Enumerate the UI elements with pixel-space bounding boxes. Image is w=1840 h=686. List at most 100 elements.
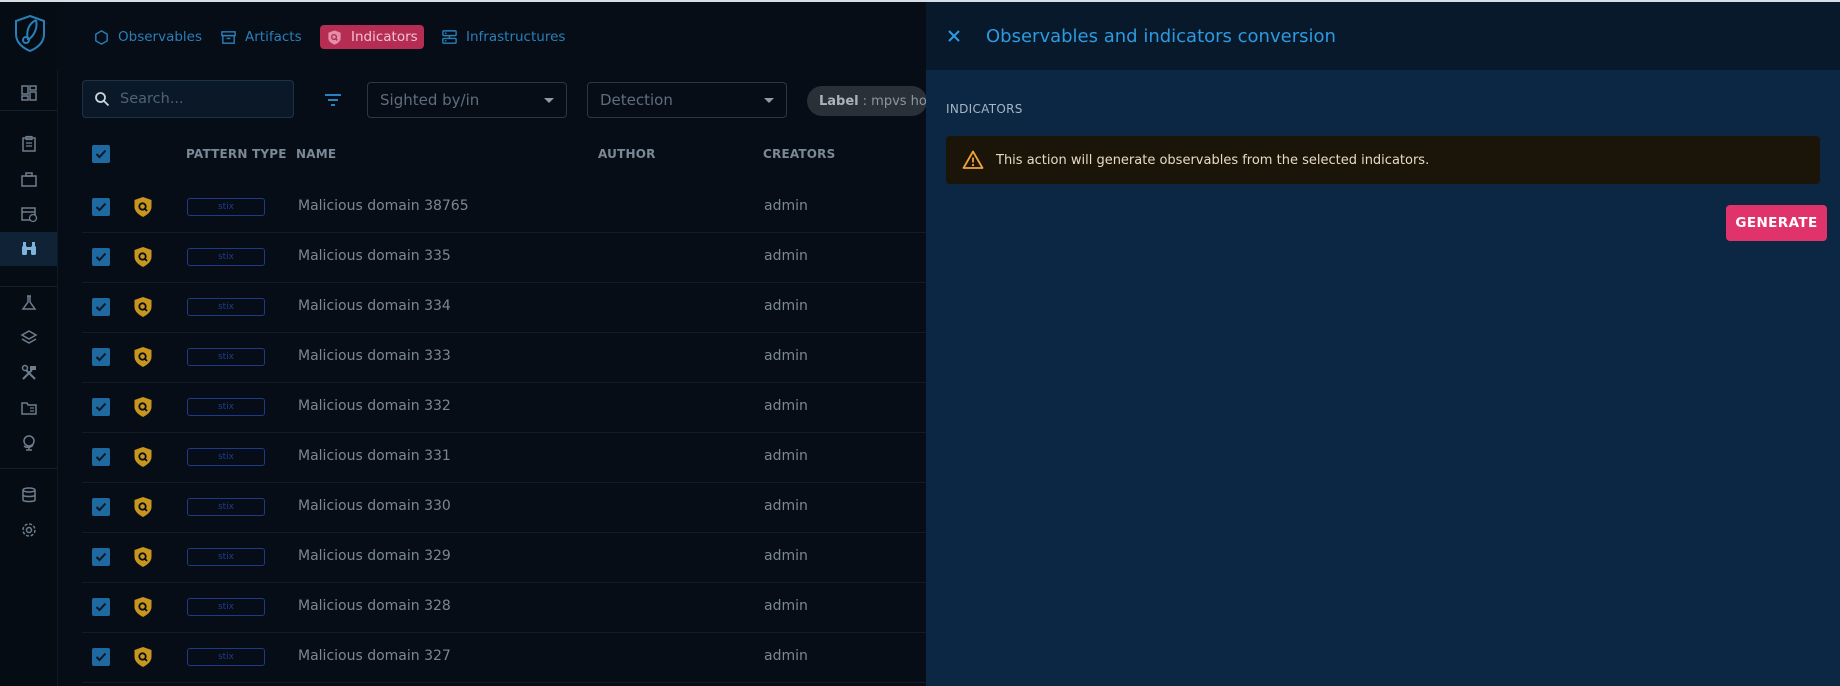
close-icon[interactable] [944,26,964,46]
label-filter-value: : mpvs hosts [862,93,927,109]
creator-name: admin [764,548,808,564]
creator-name: admin [764,348,808,364]
check-icon [95,602,107,612]
locations-globe-icon[interactable] [0,426,57,460]
label-filter-chip[interactable]: Label: mpvs hosts [807,86,927,116]
indicator-name: Malicious domain 331 [298,448,451,464]
row-checkbox[interactable] [92,248,110,266]
events-icon[interactable] [0,197,57,231]
row-checkbox[interactable] [92,348,110,366]
pattern-type-badge: stix [187,548,265,566]
column-header-author[interactable]: AUTHOR [598,147,656,161]
check-icon [95,402,107,412]
creator-name: admin [764,248,808,264]
cases-icon[interactable] [0,162,57,196]
warning-icon [962,150,984,169]
check-icon [95,552,107,562]
tab-indicators[interactable]: Indicators [320,25,424,49]
search-placeholder: Search... [120,91,184,107]
check-icon [95,352,107,362]
indicator-name: Malicious domain 333 [298,348,451,364]
check-icon [95,202,107,212]
indicator-name: Malicious domain 334 [298,298,451,314]
tab-artifacts-label: Artifacts [245,29,302,45]
label-filter-key: Label [819,93,859,109]
pattern-type-badge: stix [187,298,265,316]
threats-flask-icon[interactable] [0,286,57,320]
check-icon [95,452,107,462]
tab-infrastructures[interactable]: Infrastructures [435,25,571,49]
row-checkbox[interactable] [92,198,110,216]
column-header-creators[interactable]: CREATORS [763,147,835,161]
analyses-icon[interactable] [0,127,57,161]
conversion-drawer: Observables and indicators conversion IN… [926,2,1840,686]
check-icon [95,652,107,662]
row-checkbox[interactable] [92,298,110,316]
entities-folder-icon[interactable] [0,391,57,425]
tab-observables[interactable]: Observables [87,25,208,49]
indicator-shield-icon [134,347,152,367]
techniques-tools-icon[interactable] [0,356,57,390]
server-icon [442,29,457,44]
creator-name: admin [764,198,808,214]
table-row[interactable]: stix Malicious domain 334 admin [82,282,928,333]
sighted-by-select[interactable]: Sighted by/in [367,82,567,118]
row-checkbox[interactable] [92,648,110,666]
detection-select[interactable]: Detection [587,82,787,118]
row-checkbox[interactable] [92,448,110,466]
table-row[interactable]: stix Malicious domain 38765 admin [82,182,928,233]
data-database-icon[interactable] [0,478,57,512]
table-row[interactable]: stix Malicious domain 327 admin [82,632,928,683]
row-checkbox[interactable] [92,548,110,566]
row-checkbox[interactable] [92,598,110,616]
table-row[interactable]: stix Malicious domain 330 admin [82,482,928,533]
indicator-shield-icon [328,29,341,45]
indicator-shield-icon [134,597,152,617]
search-input[interactable]: Search... [82,80,294,118]
drawer-header: Observables and indicators conversion [926,2,1840,70]
table-row[interactable]: stix Malicious domain 329 admin [82,532,928,583]
observations-binoculars-icon[interactable] [0,232,57,266]
archive-icon [221,30,236,44]
row-checkbox[interactable] [92,398,110,416]
creator-name: admin [764,298,808,314]
chevron-down-icon [764,97,774,103]
dashboard-icon[interactable] [0,76,57,110]
pattern-type-badge: stix [187,648,265,666]
chevron-down-icon [544,97,554,103]
row-checkbox[interactable] [92,498,110,516]
filter-icon[interactable] [321,89,345,111]
creator-name: admin [764,398,808,414]
column-header-name[interactable]: NAME [296,147,336,161]
indicator-shield-icon [134,647,152,667]
select-all-checkbox[interactable] [92,145,110,163]
indicator-name: Malicious domain 38765 [298,198,469,214]
app-logo[interactable] [14,14,46,53]
indicator-name: Malicious domain 332 [298,398,451,414]
column-header-pattern-type[interactable]: PATTERN TYPE [186,147,287,161]
section-heading: INDICATORS [946,102,1023,116]
table-row[interactable]: stix Malicious domain 335 admin [82,232,928,283]
check-icon [95,502,107,512]
pattern-type-badge: stix [187,598,265,616]
pattern-type-badge: stix [187,448,265,466]
settings-gear-icon[interactable] [0,513,57,547]
table-row[interactable]: stix Malicious domain 331 admin [82,432,928,483]
tab-artifacts[interactable]: Artifacts [214,25,308,49]
creator-name: admin [764,498,808,514]
warning-alert: This action will generate observables fr… [946,136,1820,184]
pattern-type-badge: stix [187,198,265,216]
creator-name: admin [764,598,808,614]
indicator-shield-icon [134,497,152,517]
table-row[interactable]: stix Malicious domain 333 admin [82,332,928,383]
tab-infrastructures-label: Infrastructures [466,29,566,45]
table-row[interactable]: stix Malicious domain 332 admin [82,382,928,433]
check-icon [95,302,107,312]
indicator-shield-icon [134,247,152,267]
drawer-title: Observables and indicators conversion [986,26,1336,47]
tab-observables-label: Observables [118,29,203,45]
warning-alert-text: This action will generate observables fr… [996,152,1430,168]
table-row[interactable]: stix Malicious domain 328 admin [82,582,928,633]
arsenal-layers-icon[interactable] [0,321,57,355]
generate-button[interactable]: GENERATE [1726,205,1827,241]
